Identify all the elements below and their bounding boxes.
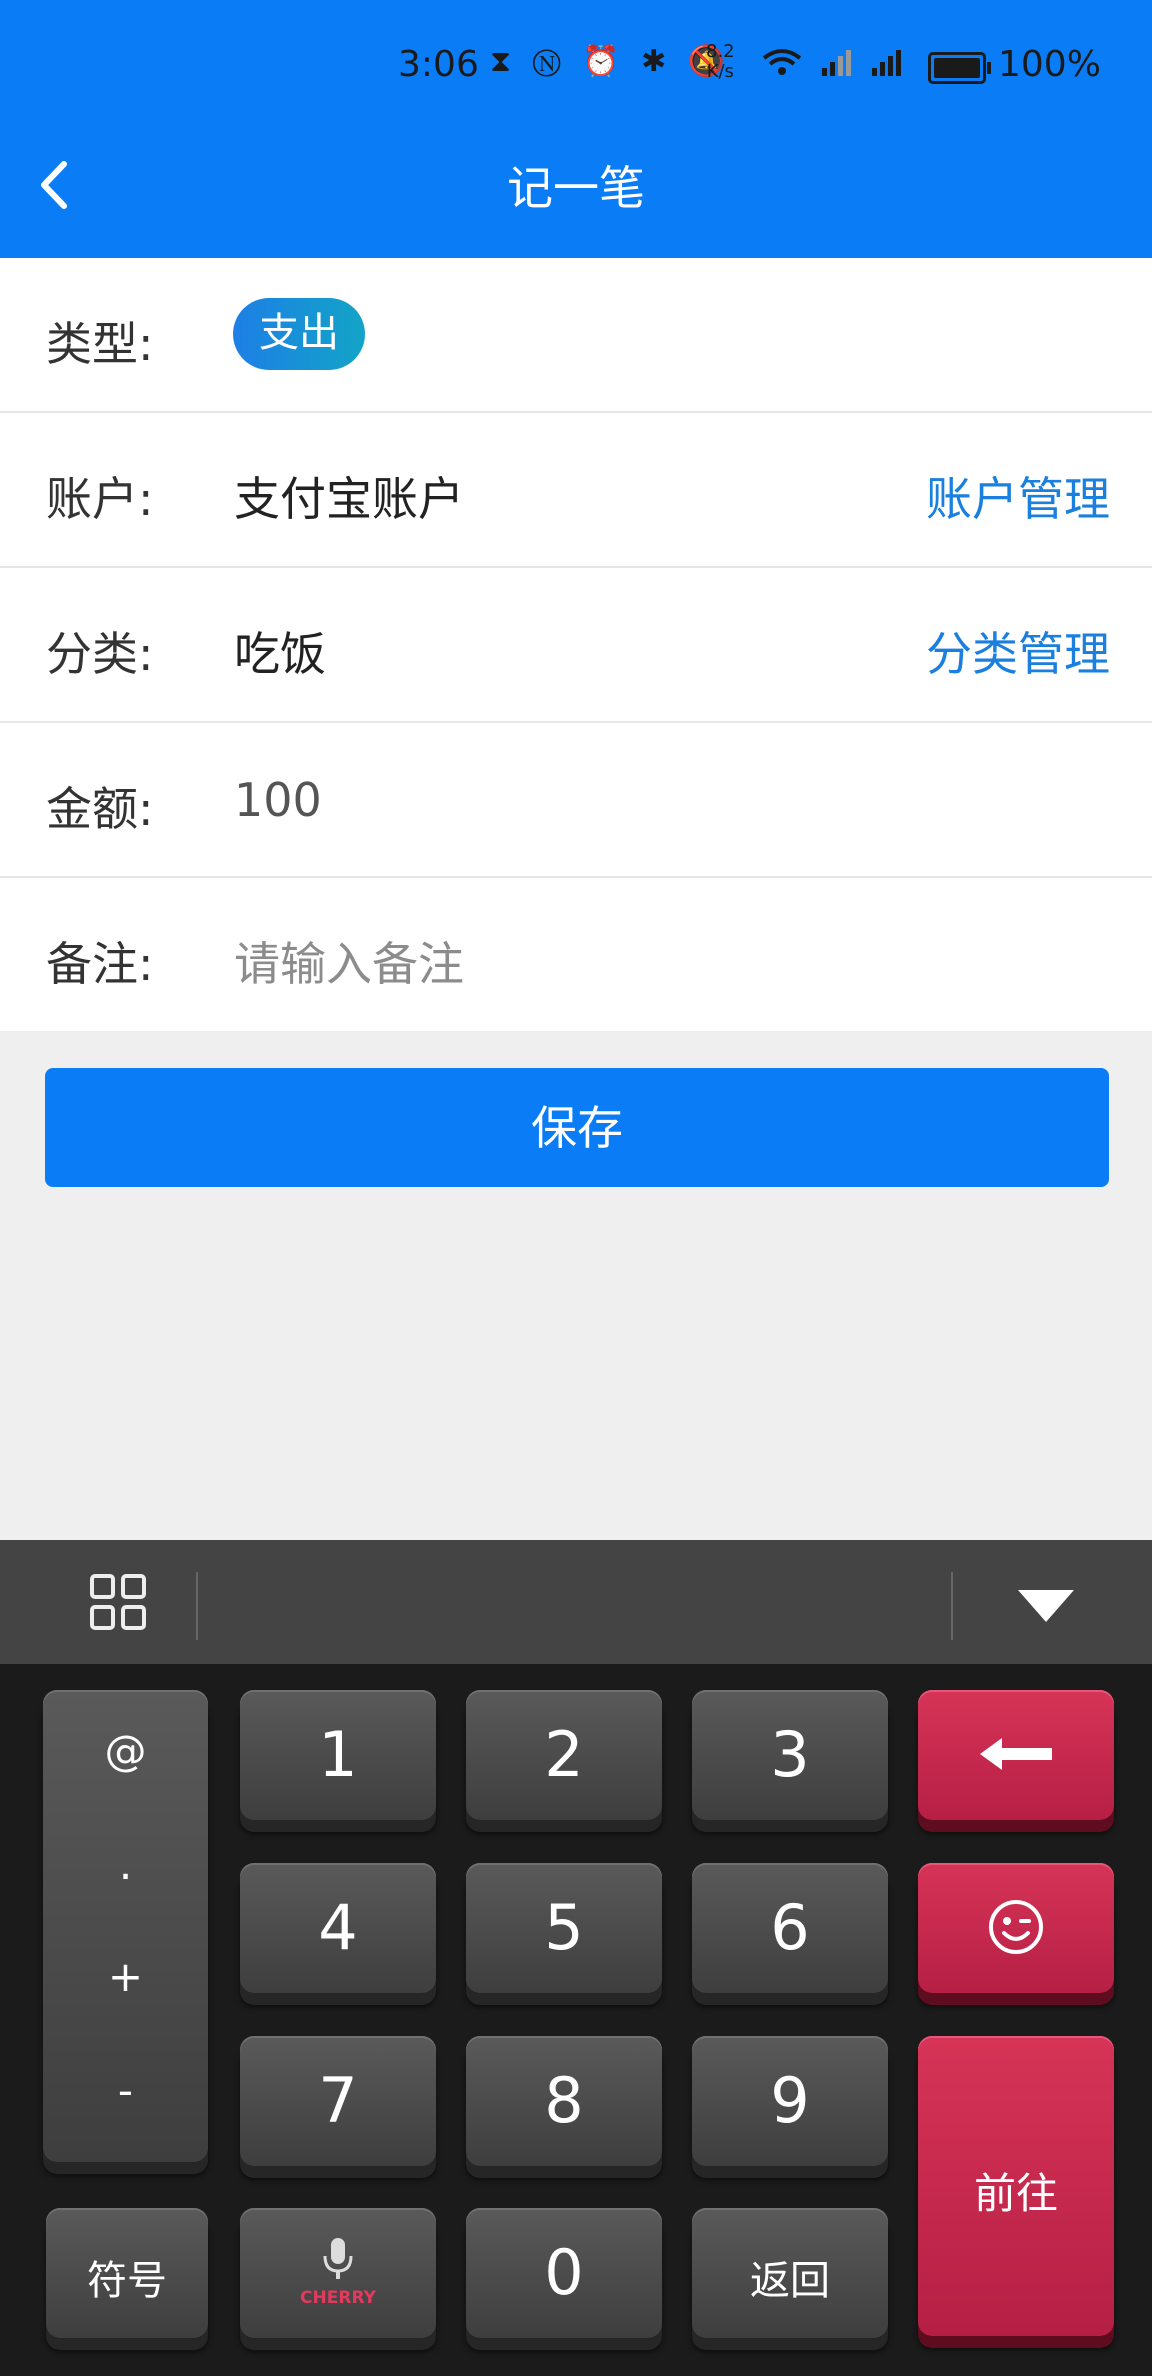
go-key[interactable]: 前往 <box>918 2036 1114 2336</box>
keyboard-toolbar <box>0 1540 1152 1664</box>
page-title: 记一笔 <box>507 161 645 215</box>
back-key[interactable]: 返回 <box>692 2208 888 2338</box>
voice-input-key[interactable]: CHERRY <box>240 2208 436 2338</box>
key-at[interactable]: @ <box>43 1726 208 1775</box>
key-9[interactable]: 9 <box>692 2036 888 2166</box>
key-8[interactable]: 8 <box>466 2036 662 2166</box>
emoji-icon <box>989 1900 1043 1954</box>
toolbar-divider <box>196 1572 198 1640</box>
category-label: 分类: <box>46 627 154 681</box>
amount-label: 金额: <box>46 782 154 836</box>
key-plus[interactable]: + <box>43 1952 208 2001</box>
category-row[interactable]: 分类: 吃饭 分类管理 <box>0 568 1152 723</box>
emoji-key[interactable] <box>918 1863 1114 1993</box>
key-5[interactable]: 5 <box>466 1863 662 1993</box>
signal-icons <box>760 44 910 87</box>
key-3[interactable]: 3 <box>692 1690 888 1820</box>
key-0[interactable]: 0 <box>466 2208 662 2338</box>
hide-keyboard-icon[interactable] <box>1018 1590 1074 1622</box>
key-dot[interactable]: . <box>43 1840 208 1889</box>
key-7[interactable]: 7 <box>240 2036 436 2166</box>
key-4[interactable]: 4 <box>240 1863 436 1993</box>
amount-input[interactable]: 100 <box>234 773 322 827</box>
status-time: 3:06 <box>398 44 479 85</box>
status-icons: ⧗ Ⓝ ⏰ ✱ 🔕 <box>490 44 732 79</box>
category-manage-link[interactable]: 分类管理 <box>926 618 1110 684</box>
record-form: 类型: 支出 账户: 支付宝账户 账户管理 分类: 吃饭 分类管理 金额: 10… <box>0 258 1152 1031</box>
account-value[interactable]: 支付宝账户 <box>234 463 464 529</box>
wifi-signal-icon <box>762 49 901 76</box>
backspace-key[interactable] <box>918 1690 1114 1820</box>
note-row: 备注: 请输入备注 <box>0 878 1152 1031</box>
symbol-column-key[interactable]: @ . + - <box>43 1690 208 2162</box>
key-6[interactable]: 6 <box>692 1863 888 1993</box>
key-2[interactable]: 2 <box>466 1690 662 1820</box>
type-row: 类型: 支出 <box>0 258 1152 413</box>
backspace-arrow-icon <box>980 1738 1052 1770</box>
type-tag-expense[interactable]: 支出 <box>233 298 365 370</box>
battery-level: 100% <box>998 44 1101 85</box>
cherry-brand-logo: CHERRY <box>300 2288 376 2308</box>
category-value[interactable]: 吃饭 <box>234 618 326 684</box>
amount-row: 金额: 100 <box>0 723 1152 878</box>
account-row[interactable]: 账户: 支付宝账户 账户管理 <box>0 413 1152 568</box>
go-label: 前往 <box>973 2169 1058 2218</box>
app-header: 3:06 ⧗ Ⓝ ⏰ ✱ 🔕 8.2 K/s 100% 记一笔 <box>0 0 1152 258</box>
save-button[interactable]: 保存 <box>45 1068 1109 1187</box>
toolbar-divider <box>951 1572 953 1640</box>
battery-icon <box>928 52 991 84</box>
key-minus[interactable]: - <box>43 2066 208 2115</box>
network-speed: 8.2 K/s <box>706 41 735 82</box>
type-label: 类型: <box>46 317 154 371</box>
symbols-key[interactable]: 符号 <box>46 2208 208 2338</box>
note-label: 备注: <box>46 937 154 991</box>
status-bar: 3:06 ⧗ Ⓝ ⏰ ✱ 🔕 8.2 K/s 100% <box>0 0 1152 134</box>
account-label: 账户: <box>46 472 154 526</box>
keyboard-menu-icon[interactable] <box>88 1572 148 1632</box>
account-manage-link[interactable]: 账户管理 <box>926 463 1110 529</box>
note-input[interactable]: 请输入备注 <box>234 928 464 994</box>
microphone-icon <box>323 2238 353 2279</box>
key-1[interactable]: 1 <box>240 1690 436 1820</box>
